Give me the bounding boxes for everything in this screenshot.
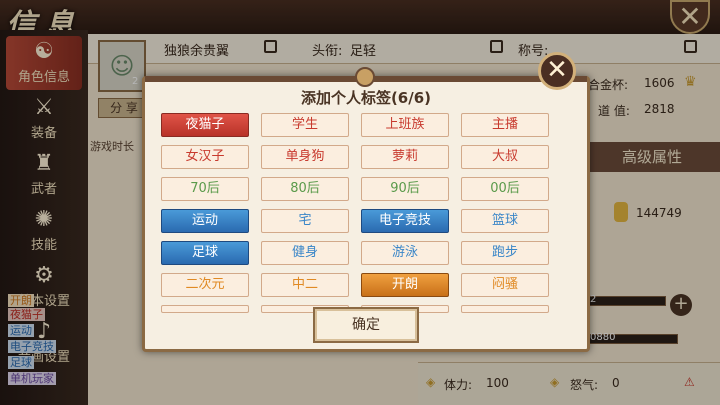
tag-single[interactable]: 单身狗 (261, 145, 349, 169)
tag-football[interactable]: 足球 (161, 241, 249, 265)
tag-swimming[interactable]: 游泳 (361, 241, 449, 265)
tag-uncle[interactable]: 大叔 (461, 145, 549, 169)
tag-reserved[interactable]: 闷骚 (461, 273, 549, 297)
tag-office-worker[interactable]: 上班族 (361, 113, 449, 137)
tag-00s[interactable]: 00后 (461, 177, 549, 201)
tag-70s[interactable]: 70后 (161, 177, 249, 201)
tag-partial[interactable] (161, 305, 249, 313)
tag-tomboy[interactable]: 女汉子 (161, 145, 249, 169)
tag-fitness[interactable]: 健身 (261, 241, 349, 265)
tag-cheerful[interactable]: 开朗 (361, 273, 449, 297)
tag-anime[interactable]: 二次元 (161, 273, 249, 297)
tag-chuunibyou[interactable]: 中二 (261, 273, 349, 297)
close-icon[interactable]: ✕ (538, 52, 576, 90)
tag-streamer[interactable]: 主播 (461, 113, 549, 137)
tag-otaku[interactable]: 宅 (261, 209, 349, 233)
ornament-icon (355, 67, 375, 87)
tag-student[interactable]: 学生 (261, 113, 349, 137)
tag-90s[interactable]: 90后 (361, 177, 449, 201)
confirm-button[interactable]: 确定 (313, 307, 419, 343)
tag-esports[interactable]: 电子竞技 (361, 209, 449, 233)
tag-80s[interactable]: 80后 (261, 177, 349, 201)
tag-night-owl[interactable]: 夜猫子 (161, 113, 249, 137)
tag-loli[interactable]: 萝莉 (361, 145, 449, 169)
tag-sports[interactable]: 运动 (161, 209, 249, 233)
dialog-title: 添加个人标签(6/6) (300, 89, 432, 107)
tag-running[interactable]: 跑步 (461, 241, 549, 265)
tag-partial[interactable] (461, 305, 549, 313)
add-tags-dialog: 添加个人标签(6/6) 夜猫子 学生 上班族 主播 女汉子 单身狗 萝莉 大叔 … (142, 67, 590, 352)
tag-basketball[interactable]: 篮球 (461, 209, 549, 233)
